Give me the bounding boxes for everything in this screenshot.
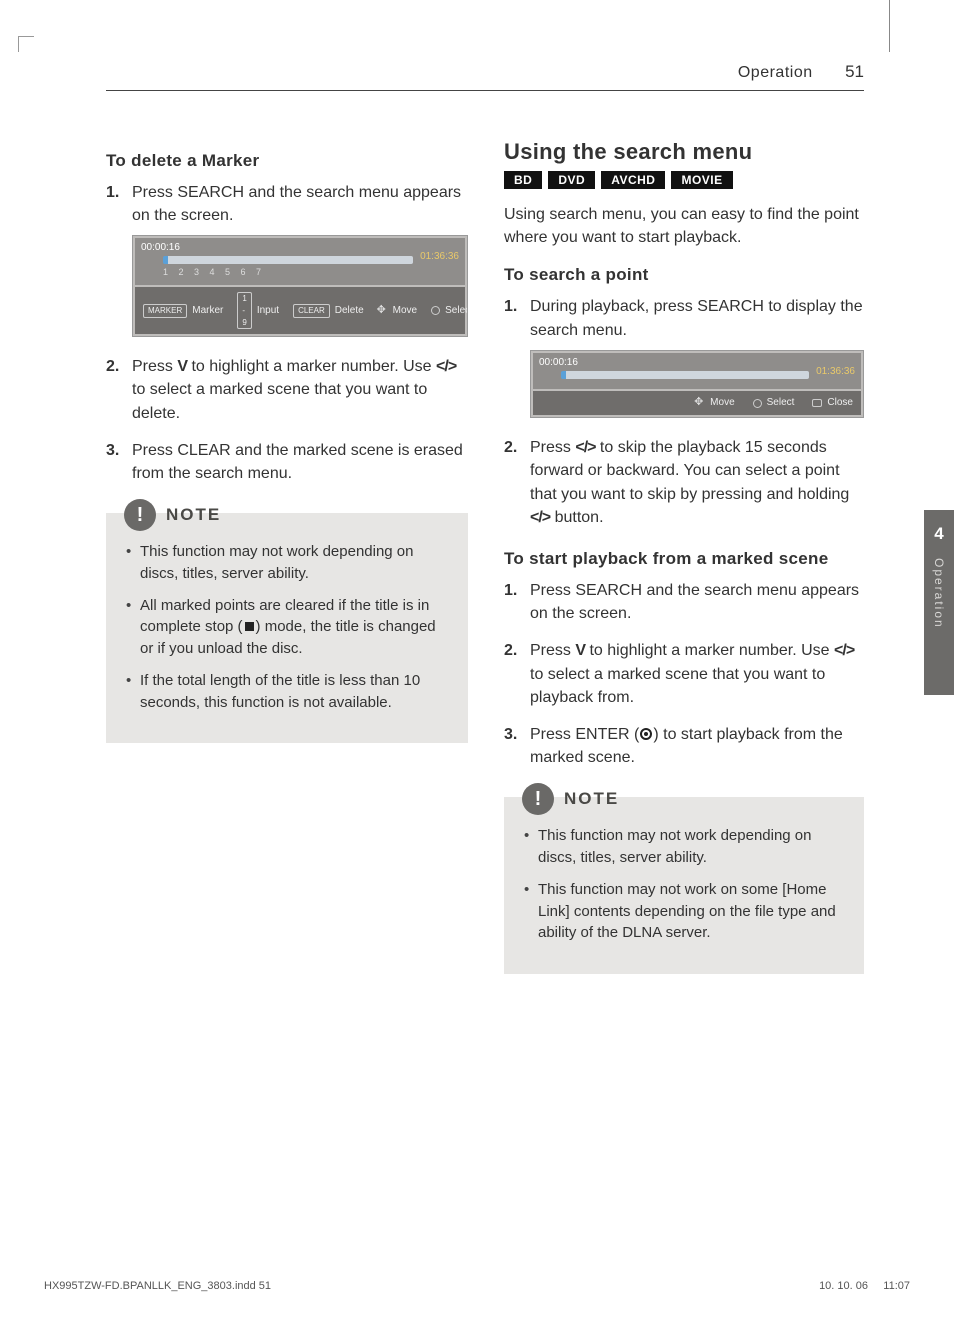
footer-filename: HX995TZW-FD.BPANLLK_ENG_3803.indd 51: [44, 1280, 271, 1292]
ui-label: Close: [827, 396, 853, 411]
list-item: Press V to highlight a marker number. Us…: [106, 355, 468, 425]
ui-progress-bar: [561, 371, 809, 379]
ui-label: Select: [767, 396, 795, 411]
ui-label: Delete: [335, 304, 364, 319]
ui-marker-numbers: 1 2 3 4 5 6 7: [163, 266, 437, 279]
page-content: Operation 51 To delete a Marker Press SE…: [106, 62, 864, 974]
right-column: Using the search menu BD DVD AVCHD MOVIE…: [504, 139, 864, 974]
left-right-key-icon: </>: [436, 358, 456, 375]
start-steps: Press SEARCH and the search menu appears…: [504, 579, 864, 769]
search-menu-screenshot-full: 00:00:16 01:36:36 1 2 3 4 5 6 7 MARKER Ma…: [132, 235, 468, 337]
list-item: Press CLEAR and the marked scene is eras…: [106, 439, 468, 485]
page-footer: HX995TZW-FD.BPANLLK_ENG_3803.indd 51 10.…: [44, 1280, 910, 1292]
footer-time: 11:07: [883, 1280, 910, 1292]
badge-avchd: AVCHD: [601, 171, 665, 189]
note-item: This function may not work depending on …: [522, 825, 846, 869]
search-menu-screenshot-simple: 00:00:16 01:36:36 Move Select Close: [530, 350, 864, 419]
format-badges: BD DVD AVCHD MOVIE: [504, 171, 864, 189]
list-item: During playback, press SEARCH to display…: [504, 295, 864, 418]
step-text: During playback, press SEARCH to display…: [530, 298, 863, 338]
note-box: ! NOTE This function may not work depend…: [504, 797, 864, 974]
crop-mark: [889, 0, 890, 52]
ui-elapsed-time: 00:00:16: [141, 241, 180, 256]
note-item: If the total length of the title is less…: [124, 670, 450, 714]
step-text: Press CLEAR and the marked scene is eras…: [132, 442, 463, 482]
ui-key: MARKER: [143, 304, 187, 318]
note-item: All marked points are cleared if the tit…: [124, 595, 450, 660]
ui-elapsed-time: 00:00:16: [539, 356, 578, 371]
list-item: Press SEARCH and the search menu appears…: [106, 181, 468, 337]
ui-total-time: 01:36:36: [816, 365, 855, 380]
side-tab-number: 4: [934, 524, 943, 544]
left-column: To delete a Marker Press SEARCH and the …: [106, 139, 468, 974]
search-steps: During playback, press SEARCH to display…: [504, 295, 864, 529]
ui-label: Select: [445, 304, 468, 319]
heading-start-playback: To start playback from a marked scene: [504, 549, 864, 569]
heading-search-point: To search a point: [504, 265, 864, 285]
ui-key: 1 - 9: [237, 292, 251, 329]
note-item: This function may not work on some [Home…: [522, 879, 846, 944]
badge-dvd: DVD: [548, 171, 595, 189]
heading-search-menu: Using the search menu: [504, 139, 864, 165]
header-page-number: 51: [845, 62, 864, 81]
note-item: This function may not work depending on …: [124, 541, 450, 585]
ui-progress-bar: [163, 256, 413, 264]
ui-label: Move: [393, 304, 417, 319]
crop-mark: [18, 36, 34, 52]
note-icon: !: [522, 783, 554, 815]
stop-icon: [245, 622, 254, 631]
ui-command-row: Move Select Close: [533, 391, 861, 416]
note-box: ! NOTE This function may not work depend…: [106, 513, 468, 743]
side-tab-label: Operation: [932, 558, 946, 629]
footer-date: 10. 10. 06: [819, 1280, 868, 1292]
heading-delete-marker: To delete a Marker: [106, 151, 468, 171]
page-header: Operation 51: [106, 62, 864, 91]
move-icon: [378, 306, 388, 316]
enter-icon: [753, 399, 762, 408]
enter-icon: [640, 728, 652, 740]
intro-text: Using search menu, you can easy to find …: [504, 203, 864, 249]
delete-steps: Press SEARCH and the search menu appears…: [106, 181, 468, 485]
enter-icon: [431, 306, 440, 315]
badge-movie: MOVIE: [671, 171, 732, 189]
badge-bd: BD: [504, 171, 542, 189]
ui-command-row: MARKER Marker 1 - 9 Input CLEAR Delete Move…: [135, 287, 465, 334]
move-icon: [695, 398, 705, 408]
ui-label: Marker: [192, 304, 223, 319]
left-right-key-icon: </>: [575, 439, 595, 456]
step-text: Press SEARCH and the search menu appears…: [132, 184, 461, 224]
list-item: Press V to highlight a marker number. Us…: [504, 639, 864, 709]
down-key-icon: V: [177, 358, 187, 375]
side-tab: 4 Operation: [924, 510, 954, 695]
ui-label: Input: [257, 304, 279, 319]
note-title: NOTE: [166, 505, 221, 525]
header-section: Operation: [738, 64, 813, 81]
list-item: Press ENTER () to start playback from th…: [504, 723, 864, 769]
list-item: Press SEARCH and the search menu appears…: [504, 579, 864, 625]
list-item: Press </> to skip the playback 15 second…: [504, 436, 864, 529]
note-icon: !: [124, 499, 156, 531]
note-title: NOTE: [564, 789, 619, 809]
left-right-key-icon: </>: [834, 642, 854, 659]
ui-key: CLEAR: [293, 304, 330, 318]
return-icon: [812, 399, 822, 407]
left-right-key-icon: </>: [530, 509, 550, 526]
ui-label: Move: [710, 396, 734, 411]
ui-total-time: 01:36:36: [420, 250, 459, 265]
down-key-icon: V: [575, 642, 585, 659]
